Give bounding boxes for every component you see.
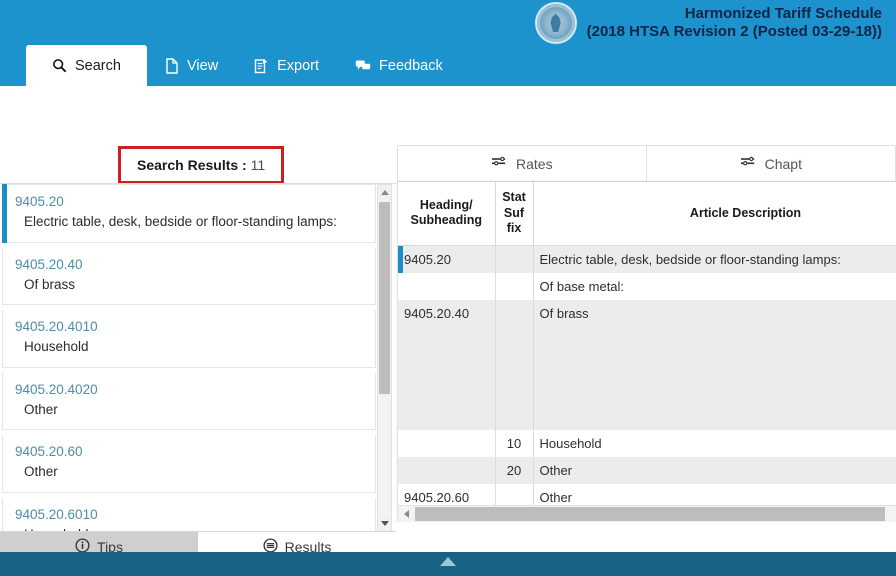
triangle-up-icon [381, 190, 389, 195]
col-heading-subheading: Heading/ Subheading [398, 182, 495, 245]
main-tab-bar: Search View Export Feedback [0, 42, 896, 86]
content-area: Search Results : 11 9405.20 Electric tab… [0, 86, 896, 552]
search-results-banner: Search Results : 11 [118, 146, 284, 184]
col-stat-line3: fix [500, 221, 529, 237]
list-item[interactable]: 9405.20.60 Other [2, 435, 376, 493]
tab-rates[interactable]: Rates [397, 145, 647, 182]
detail-tab-bar: Rates Chapt [397, 145, 896, 182]
cell-heading [398, 273, 495, 300]
list-item[interactable]: 9405.20.4010 Household [2, 310, 376, 368]
list-item-code: 9405.20.40 [15, 255, 367, 275]
list-item-desc: Of brass [15, 275, 367, 295]
export-icon [254, 58, 269, 74]
cell-heading: 9405.20.40 [398, 300, 495, 430]
cell-description: Electric table, desk, bedside or floor-s… [533, 245, 896, 273]
col-article-description: Article Description [533, 182, 896, 245]
list-item-code: 9405.20.6010 [15, 505, 367, 525]
filter-list-icon [491, 155, 508, 172]
table-row[interactable]: 9405.20 Electric table, desk, bedside or… [398, 245, 896, 273]
cell-heading [398, 457, 495, 484]
brand-block: Harmonized Tariff Schedule (2018 HTSA Re… [535, 2, 882, 44]
tab-export-label: Export [277, 58, 319, 74]
cell-stat: 20 [495, 457, 533, 484]
cell-description: Of base metal: [533, 273, 896, 300]
tab-feedback[interactable]: Feedback [337, 46, 461, 86]
col-stat-line2: Suf [500, 206, 529, 222]
triangle-down-icon [381, 521, 389, 526]
col-heading-line1: Heading/ [402, 198, 491, 214]
list-item-desc: Household [15, 337, 367, 357]
cell-description: Household [533, 430, 896, 457]
tariff-table-hscrollbar[interactable] [398, 505, 896, 522]
list-item-code: 9405.20.60 [15, 442, 367, 462]
cell-description: Of brass [533, 300, 896, 430]
list-item[interactable]: 9405.20 Electric table, desk, bedside or… [2, 184, 376, 243]
search-results-count: 11 [251, 157, 266, 173]
list-item-desc: Other [15, 400, 367, 420]
tab-chapter-label: Chapt [765, 156, 802, 172]
list-item-code: 9405.20.4020 [15, 380, 367, 400]
table-row[interactable]: 9405.20.40 Of brass [398, 300, 896, 430]
tariff-table: Heading/ Subheading Stat Suf fix Article… [398, 182, 896, 511]
tab-export[interactable]: Export [236, 46, 337, 86]
cell-stat [495, 245, 533, 273]
cell-stat: 10 [495, 430, 533, 457]
list-item[interactable]: 9405.20.6010 Household [2, 498, 376, 532]
list-item[interactable]: 9405.20.40 Of brass [2, 248, 376, 306]
scrollbar-thumb[interactable] [379, 202, 390, 394]
app-root: Harmonized Tariff Schedule (2018 HTSA Re… [0, 0, 896, 576]
tab-chapter[interactable]: Chapt [647, 145, 896, 182]
scroll-to-top-arrow-icon[interactable] [440, 557, 456, 566]
cell-description: Other [533, 457, 896, 484]
results-list-scrollbar[interactable] [377, 184, 392, 531]
document-icon [165, 58, 179, 74]
tab-view[interactable]: View [147, 46, 236, 86]
us-gov-seal-icon [535, 2, 577, 44]
app-header: Harmonized Tariff Schedule (2018 HTSA Re… [0, 0, 896, 86]
scroll-down-button[interactable] [378, 516, 391, 531]
brand-text: Harmonized Tariff Schedule (2018 HTSA Re… [587, 5, 882, 40]
cell-stat [495, 300, 533, 430]
table-row[interactable]: Of base metal: [398, 273, 896, 300]
list-item-code: 9405.20 [15, 192, 367, 212]
tab-feedback-label: Feedback [379, 58, 443, 74]
list-item-desc: Other [15, 462, 367, 482]
page-title: Harmonized Tariff Schedule [587, 5, 882, 23]
tab-view-label: View [187, 58, 218, 74]
scroll-left-button[interactable] [398, 506, 414, 522]
cell-stat [495, 273, 533, 300]
app-footer [0, 552, 896, 576]
results-list-scrollarea[interactable]: 9405.20 Electric table, desk, bedside or… [0, 184, 378, 531]
table-row[interactable]: 20 Other [398, 457, 896, 484]
cell-heading [398, 430, 495, 457]
search-results-label: Search Results : [137, 157, 247, 173]
list-item-desc: Electric table, desk, bedside or floor-s… [15, 212, 367, 232]
detail-panel: Rates Chapt Heading/ Subheading [397, 145, 896, 552]
col-stat-suffix: Stat Suf fix [495, 182, 533, 245]
scroll-up-button[interactable] [378, 185, 391, 200]
list-item-code: 9405.20.4010 [15, 317, 367, 337]
tab-rates-label: Rates [516, 156, 553, 172]
col-heading-line2: Subheading [402, 213, 491, 229]
col-stat-line1: Stat [500, 190, 529, 206]
filter-list-icon [740, 155, 757, 172]
tab-search-label: Search [75, 58, 121, 74]
comment-icon [355, 59, 371, 73]
hscrollbar-thumb[interactable] [415, 507, 885, 521]
tab-search[interactable]: Search [26, 45, 147, 86]
search-icon [52, 58, 67, 73]
cell-heading: 9405.20 [398, 245, 495, 273]
table-header-row: Heading/ Subheading Stat Suf fix Article… [398, 182, 896, 245]
tariff-table-body: 9405.20 Electric table, desk, bedside or… [398, 245, 896, 511]
table-row[interactable]: 10 Household [398, 430, 896, 457]
list-item[interactable]: 9405.20.4020 Other [2, 373, 376, 431]
tariff-table-head: Heading/ Subheading Stat Suf fix Article… [398, 182, 896, 245]
triangle-left-icon [404, 510, 409, 518]
page-subtitle: (2018 HTSA Revision 2 (Posted 03-29-18)) [587, 23, 882, 41]
results-list-panel: 9405.20 Electric table, desk, bedside or… [0, 183, 396, 531]
tariff-table-wrapper[interactable]: Heading/ Subheading Stat Suf fix Article… [397, 182, 896, 522]
